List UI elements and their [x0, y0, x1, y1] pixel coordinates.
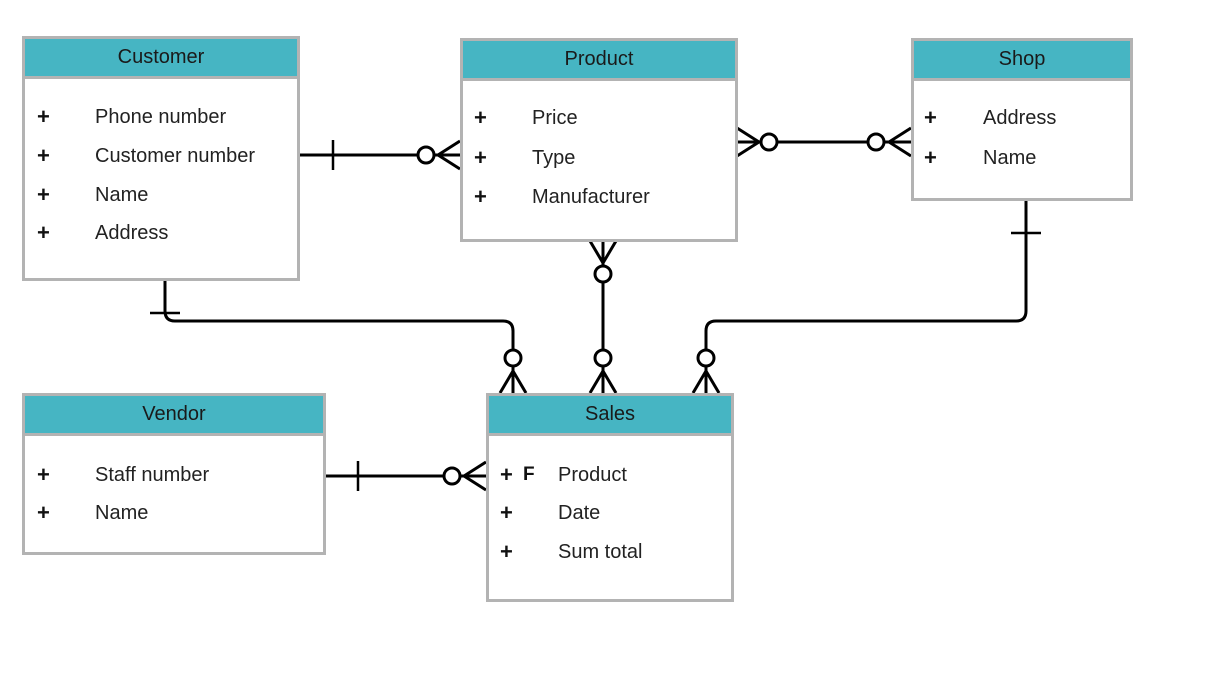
attribute: Name: [95, 502, 149, 524]
key-marker: +: [500, 462, 513, 487]
entity-title: Sales: [489, 396, 731, 436]
entity-title: Shop: [914, 41, 1130, 81]
link-customer-product: [299, 139, 461, 171]
key-marker: +: [500, 539, 513, 564]
entity-sales[interactable]: Sales: [486, 393, 734, 602]
entity-product[interactable]: Product: [460, 38, 738, 242]
key-marker: +: [924, 145, 937, 170]
entity-title: Customer: [25, 39, 297, 79]
attribute: Address: [95, 222, 169, 244]
link-product-sales: [588, 240, 618, 394]
key-marker: +: [37, 500, 50, 525]
key-marker: +: [37, 104, 50, 129]
link-vendor-sales: [325, 460, 487, 492]
link-shop-sales: [691, 200, 1041, 394]
attribute: Manufacturer: [532, 186, 650, 208]
key-marker: +: [37, 462, 50, 487]
attribute: Name: [983, 147, 1037, 169]
key-marker: +: [500, 500, 513, 525]
link-customer-sales: [150, 280, 528, 394]
attribute: Phone number: [95, 106, 227, 128]
attribute: Product: [558, 464, 627, 486]
attribute: Sum total: [558, 541, 643, 563]
link-product-shop: [736, 126, 912, 158]
key-marker: +: [37, 182, 50, 207]
attribute: Price: [532, 107, 578, 129]
attribute: Staff number: [95, 464, 210, 486]
foreign-key-marker: F: [523, 464, 535, 485]
attribute: Type: [532, 147, 576, 169]
attribute: Date: [558, 502, 601, 524]
entity-title: Vendor: [25, 396, 323, 436]
key-marker: +: [474, 105, 487, 130]
key-marker: +: [924, 105, 937, 130]
attribute: Customer number: [95, 145, 256, 167]
attribute: Address: [983, 107, 1057, 129]
key-marker: +: [37, 220, 50, 245]
key-marker: +: [474, 184, 487, 209]
attribute: Name: [95, 184, 149, 206]
entity-title: Product: [463, 41, 735, 81]
key-marker: +: [474, 145, 487, 170]
key-marker: +: [37, 143, 50, 168]
